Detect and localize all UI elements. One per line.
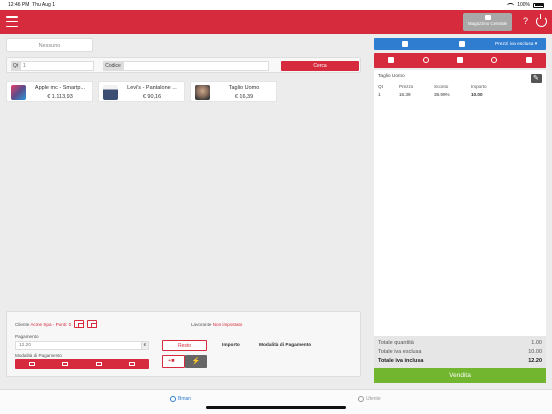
client-line: Cliente Acme Spa - Punti: 0 xyxy=(15,322,72,327)
product-thumbnail xyxy=(11,85,26,100)
totals-panel: Totale quantità 1.00 Totale iva esclusa 10… xyxy=(374,336,546,368)
worker-value[interactable]: Non impostato xyxy=(213,322,243,327)
mode-column-header: Modalità di Pagamento xyxy=(259,343,312,348)
product-card[interactable]: Taglio Uomo € 16,39 xyxy=(190,81,277,102)
home-indicator[interactable] xyxy=(206,406,346,409)
tab-bar: Bman Utente xyxy=(0,389,552,414)
bman-icon xyxy=(170,396,176,402)
percent-icon[interactable] xyxy=(477,53,511,68)
product-card[interactable]: Apple mc - Smartp... € 1.113,93 xyxy=(6,81,93,102)
receipt-toolbar: Prezzi iva esclusa ▾ xyxy=(374,38,546,50)
amount-column-header: Importo xyxy=(222,343,240,348)
product-name: Levi's - Pantalone ... xyxy=(127,85,177,91)
tab-user[interactable]: Utente xyxy=(358,396,381,402)
cart-panel: Taglio Uomo Qt Prezzo Sconto Importo 1 1… xyxy=(374,70,546,336)
product-name: Taglio Uomo xyxy=(228,85,260,91)
qty-input[interactable]: 1 xyxy=(20,61,94,71)
search-button[interactable]: Cerca xyxy=(281,61,359,71)
payment-mode-bar xyxy=(15,359,149,369)
status-bar: 12:46 PM Thu Aug 1 100% xyxy=(0,0,552,10)
battery-icon xyxy=(533,2,544,8)
list-icon[interactable] xyxy=(374,53,408,68)
product-thumbnail xyxy=(103,85,118,100)
client-value[interactable]: Acme Spa - Punti: 0 xyxy=(30,322,71,327)
delete-client-icon[interactable] xyxy=(87,320,97,328)
product-thumbnail xyxy=(195,85,210,100)
status-indicators: 100% xyxy=(507,2,544,8)
power-icon[interactable] xyxy=(536,14,547,27)
menu-lines-icon[interactable] xyxy=(443,53,477,68)
total-excl-vat: Totale iva esclusa 10.00 xyxy=(378,349,542,355)
cart-item-title: Taglio Uomo xyxy=(378,74,405,79)
product-price: € 1.113,93 xyxy=(47,94,73,100)
payment-label: Pagamento xyxy=(15,334,39,339)
payment-panel: Cliente Acme Spa - Punti: 0 Lavorante No… xyxy=(6,311,361,377)
customer-selector[interactable]: Nessuno xyxy=(6,38,93,52)
target-icon[interactable] xyxy=(408,53,442,68)
currency-label: € xyxy=(141,341,149,350)
warehouse-button[interactable]: Magazzino Centrale xyxy=(463,13,512,31)
cash-mode-icon[interactable] xyxy=(15,359,49,369)
warehouse-icon xyxy=(484,15,491,20)
product-card[interactable]: Levi's - Pantalone ... € 90,16 xyxy=(98,81,185,102)
code-input[interactable] xyxy=(123,61,269,71)
total-incl-vat: Totale iva inclusa 12.20 xyxy=(378,358,542,364)
voucher-mode-icon[interactable] xyxy=(82,359,116,369)
edit-item-icon[interactable] xyxy=(531,74,542,83)
search-bar: Qt 1 Codice Cerca xyxy=(6,57,361,73)
battery-percent: 100% xyxy=(517,2,530,8)
change-button[interactable]: Resto xyxy=(162,340,207,351)
tab-bman[interactable]: Bman xyxy=(170,396,191,402)
worker-line: Lavorante Non impostato xyxy=(191,322,243,327)
qty-label: Qt xyxy=(11,61,20,71)
delete-icon[interactable] xyxy=(512,53,546,68)
payment-input[interactable]: 12.20 xyxy=(15,341,149,350)
printer-icon[interactable] xyxy=(459,41,465,47)
code-label: Codice xyxy=(103,61,123,71)
flash-icon[interactable]: ⚡ xyxy=(185,355,207,368)
card-mode-icon[interactable] xyxy=(49,359,83,369)
product-price: € 16,39 xyxy=(234,94,254,100)
prices-mode-dropdown[interactable]: Prezzi iva esclusa ▾ xyxy=(495,42,537,47)
add-payment-button[interactable] xyxy=(162,355,185,368)
product-name: Apple mc - Smartp... xyxy=(34,85,86,91)
payment-mode-label: Modalità di Pagamento xyxy=(15,353,62,358)
status-time: 12:46 PM Thu Aug 1 xyxy=(8,2,55,8)
tag-mode-icon[interactable] xyxy=(116,359,150,369)
sell-button[interactable]: Vendita xyxy=(374,368,546,383)
user-icon xyxy=(358,396,364,402)
store-icon[interactable] xyxy=(402,41,408,47)
edit-client-icon[interactable] xyxy=(74,320,84,328)
warehouse-label: Magazzino Centrale xyxy=(467,21,508,26)
cart-actions-bar xyxy=(374,53,546,68)
help-icon[interactable]: ? xyxy=(520,16,531,27)
app-header: Magazzino Centrale ? xyxy=(0,10,552,34)
total-quantity: Totale quantità 1.00 xyxy=(378,340,542,346)
wifi-icon xyxy=(507,2,515,8)
product-price: € 90,16 xyxy=(142,94,162,100)
hamburger-menu-icon[interactable] xyxy=(6,16,18,27)
